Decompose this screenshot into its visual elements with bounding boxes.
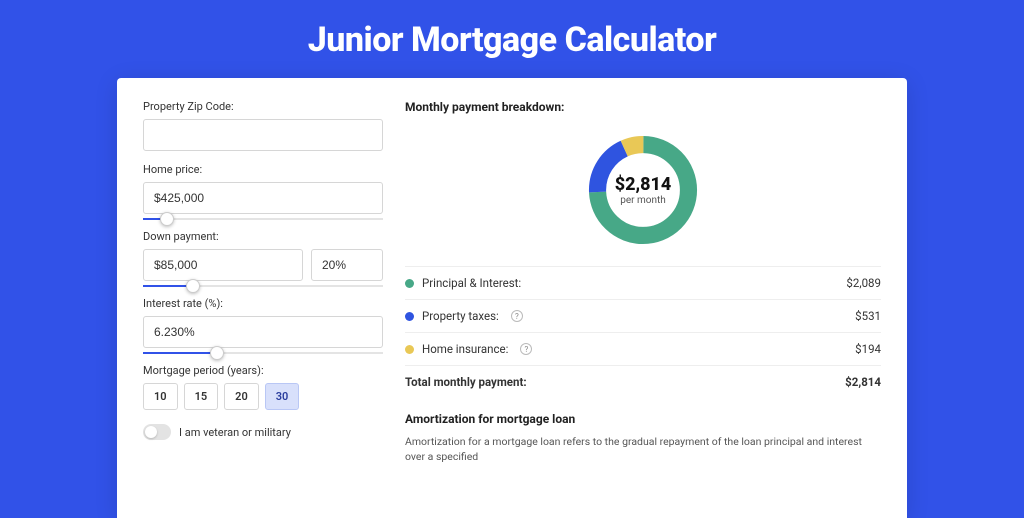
amortization-title: Amortization for mortgage loan: [405, 412, 881, 426]
period-option-30[interactable]: 30: [265, 383, 300, 410]
home-price-label: Home price:: [143, 163, 383, 176]
military-label: I am veteran or military: [179, 426, 291, 439]
period-option-20[interactable]: 20: [224, 383, 259, 410]
down-payment-slider[interactable]: [143, 285, 383, 287]
legend-label: Principal & Interest:: [422, 276, 521, 290]
page-title: Junior Mortgage Calculator: [0, 0, 1024, 78]
toggle-knob: [145, 426, 157, 438]
legend-row-total: Total monthly payment: $2,814: [405, 366, 881, 398]
info-icon[interactable]: ?: [511, 310, 523, 322]
total-value: $2,814: [845, 375, 881, 389]
info-icon[interactable]: ?: [520, 343, 532, 355]
slider-thumb[interactable]: [210, 346, 224, 360]
military-toggle[interactable]: [143, 424, 171, 440]
legend: Principal & Interest: $2,089 Property ta…: [405, 266, 881, 398]
form-panel: Property Zip Code: Home price: Down paym…: [143, 100, 383, 518]
dot-icon: [405, 279, 414, 288]
amortization-section: Amortization for mortgage loan Amortizat…: [405, 412, 881, 464]
interest-input[interactable]: [143, 316, 383, 348]
home-price-input[interactable]: [143, 182, 383, 214]
zip-label: Property Zip Code:: [143, 100, 383, 113]
total-label: Total monthly payment:: [405, 375, 527, 389]
interest-slider[interactable]: [143, 352, 383, 354]
period-segments: 10 15 20 30: [143, 383, 383, 410]
donut-chart: $2,814 per month: [405, 122, 881, 266]
period-option-15[interactable]: 15: [184, 383, 219, 410]
down-payment-input[interactable]: [143, 249, 303, 281]
donut-center-sub: per month: [620, 195, 666, 206]
legend-row-principal: Principal & Interest: $2,089: [405, 267, 881, 300]
breakdown-panel: Monthly payment breakdown: $2,814 per mo…: [405, 100, 881, 518]
legend-row-insurance: Home insurance: ? $194: [405, 333, 881, 366]
calculator-card: Property Zip Code: Home price: Down paym…: [117, 78, 907, 518]
legend-value: $531: [855, 309, 881, 323]
dot-icon: [405, 345, 414, 354]
breakdown-title: Monthly payment breakdown:: [405, 100, 881, 114]
down-payment-label: Down payment:: [143, 230, 383, 243]
period-label: Mortgage period (years):: [143, 364, 383, 377]
legend-row-taxes: Property taxes: ? $531: [405, 300, 881, 333]
down-payment-pct-input[interactable]: [311, 249, 383, 281]
amortization-body: Amortization for a mortgage loan refers …: [405, 434, 881, 464]
interest-label: Interest rate (%):: [143, 297, 383, 310]
legend-value: $194: [855, 342, 881, 356]
slider-thumb[interactable]: [186, 279, 200, 293]
period-option-10[interactable]: 10: [143, 383, 178, 410]
legend-value: $2,089: [846, 276, 881, 290]
donut-center-value: $2,814: [615, 174, 672, 195]
home-price-slider[interactable]: [143, 218, 383, 220]
legend-label: Property taxes:: [422, 309, 499, 323]
slider-thumb[interactable]: [160, 212, 174, 226]
dot-icon: [405, 312, 414, 321]
zip-input[interactable]: [143, 119, 383, 151]
legend-label: Home insurance:: [422, 342, 508, 356]
